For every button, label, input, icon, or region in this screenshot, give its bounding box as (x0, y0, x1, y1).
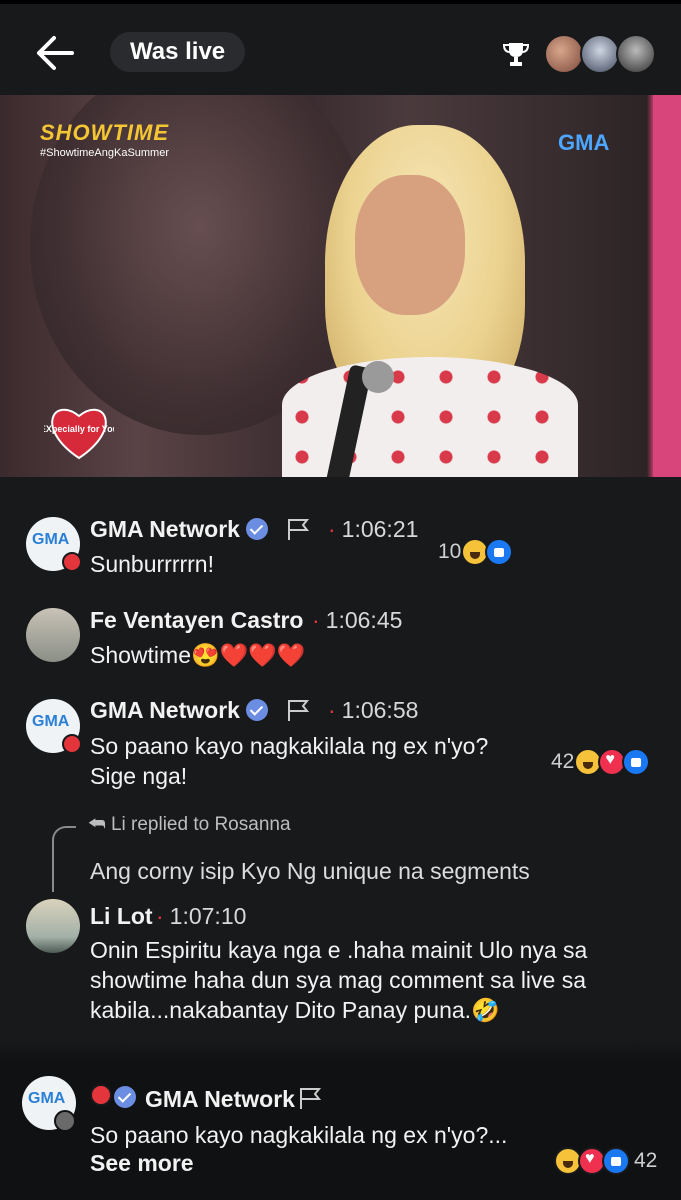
like-icon (622, 748, 651, 776)
reaction-count: 42 (634, 1149, 658, 1172)
live-indicator-icon (62, 734, 82, 754)
comment-time: 1:07:10 (169, 903, 247, 929)
badge-text: EXpecially for You (44, 424, 114, 434)
pin-icon (54, 1110, 76, 1132)
verified-icon (114, 1086, 136, 1108)
reply-arrow-icon: ⮪ (88, 814, 111, 835)
reaction-count: 10 (438, 540, 462, 563)
host-shirt (282, 357, 578, 477)
comment-author[interactable]: Li Lot (90, 903, 153, 930)
flag-icon[interactable] (298, 1086, 324, 1110)
list-fade (0, 1040, 681, 1062)
comment-text: So paano kayo nagkakilala ng ex n'yo? (90, 733, 489, 759)
reaction-summary[interactable]: 42 (551, 747, 651, 777)
comment-text: Sige nga! (90, 763, 188, 789)
comment-text: Sunburrrrrn! (90, 551, 214, 577)
viewer-avatar (616, 34, 656, 74)
show-hashtag: #ShowtimeAngKaSummer (40, 147, 170, 159)
like-icon (485, 538, 514, 566)
comment-text: kabila...nakabantay Dito Panay puna.🤣 (90, 997, 500, 1023)
see-more-link[interactable]: See more (90, 1150, 194, 1177)
flag-icon[interactable] (286, 517, 312, 541)
pinned-comment[interactable]: GMA GMA Network So paano kayo nagkakilal… (0, 1062, 681, 1200)
live-indicator-icon (90, 1084, 112, 1106)
host-face (355, 175, 465, 315)
verified-icon (245, 699, 268, 721)
trophy-icon[interactable] (502, 40, 530, 68)
flag-icon[interactable] (286, 698, 312, 722)
live-indicator-icon (62, 552, 82, 572)
pink-backdrop (653, 95, 681, 477)
comment-author[interactable]: Fe Ventayen Castro (90, 607, 303, 634)
comment-text: Onin Espiritu kaya nga e .haha mainit Ul… (90, 937, 588, 963)
comment-time: 1:06:45 (325, 607, 403, 633)
avatar[interactable] (26, 899, 80, 953)
comment-text: showtime haha dun sya mag comment sa liv… (90, 967, 587, 993)
back-arrow-icon[interactable] (34, 34, 76, 72)
was-live-label: Was live (110, 32, 246, 72)
pinned-author[interactable]: GMA Network (145, 1086, 295, 1113)
reaction-count: 42 (551, 750, 575, 773)
top-bar: Was live (0, 0, 681, 95)
avatar[interactable] (26, 608, 80, 662)
reply-connector (52, 826, 76, 892)
pinned-text: So paano kayo nagkakilala ng ex n'yo?... (90, 1122, 508, 1148)
comment-text: Showtime😍❤️❤️❤️ (90, 642, 306, 668)
heart-badge-icon: EXpecially for You (44, 408, 114, 460)
viewer-avatars[interactable] (544, 34, 656, 74)
network-logo: GMA (558, 130, 610, 155)
comment-time: 1:06:21 (341, 516, 419, 542)
reply-indicator[interactable]: ⮪ Li replied to Rosanna (88, 814, 291, 836)
comment-author[interactable]: GMA Network (90, 697, 240, 723)
comment-time: 1:06:58 (341, 697, 419, 723)
reaction-summary[interactable]: 10 (438, 537, 514, 567)
microphone-head (362, 361, 394, 393)
reply-tag-text: Li replied to Rosanna (110, 814, 291, 835)
viewer-avatar (544, 34, 584, 74)
reaction-summary[interactable]: 42 (554, 1146, 661, 1176)
quoted-comment[interactable]: Ang corny isip Kyo Ng unique na segments (90, 858, 530, 885)
like-icon (602, 1147, 630, 1175)
comment-author[interactable]: GMA Network (90, 516, 240, 542)
show-logo: SHOWTIME (40, 120, 169, 145)
viewer-avatar (580, 34, 620, 74)
verified-icon (245, 518, 268, 540)
